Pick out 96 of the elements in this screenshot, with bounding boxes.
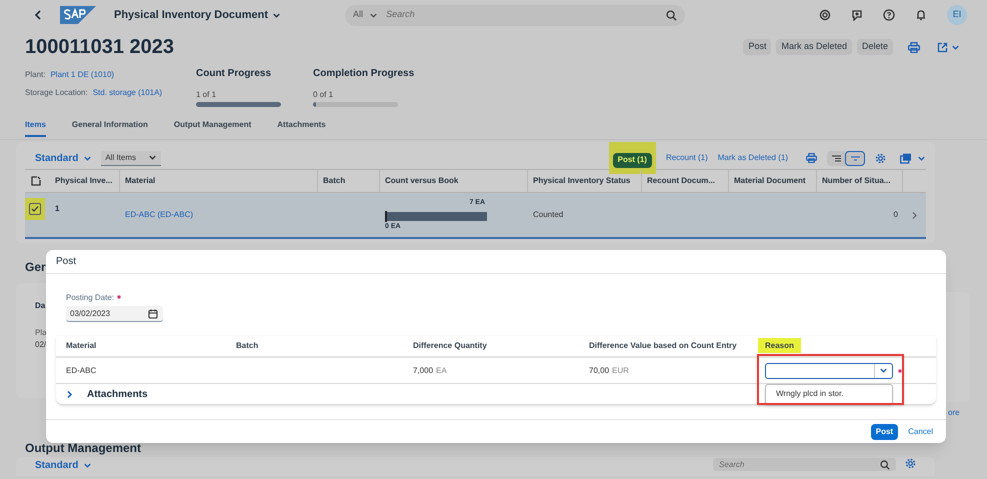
column-header[interactable]: Material	[125, 175, 156, 187]
column-header[interactable]: Recount Docum...	[647, 175, 716, 187]
help-icon[interactable]	[883, 9, 895, 21]
table-cell: 1	[55, 204, 60, 213]
column-header: Reason	[758, 338, 801, 353]
toolbar-action-button[interactable]: Post (1)	[612, 152, 652, 168]
field-label: Plant:	[25, 69, 46, 81]
caret-icon	[83, 461, 92, 470]
search-icon[interactable]	[880, 460, 890, 470]
app-title-menu[interactable]: Physical Inventory Document	[114, 6, 282, 24]
share-menu-button[interactable]	[937, 42, 960, 52]
dialog-title: Post	[56, 255, 76, 269]
table-cell: Counted	[533, 210, 564, 219]
filter-select[interactable]: All Items	[101, 150, 162, 166]
column-header: Difference Value based on Count Entry	[589, 341, 737, 350]
table-cell: 0	[894, 209, 898, 221]
date-field[interactable]: 03/02/2023	[66, 306, 163, 322]
caret-icon	[83, 154, 92, 162]
caret-icon	[951, 42, 960, 52]
export-menu-button[interactable]	[900, 152, 926, 164]
variant-select[interactable]: Standard	[35, 150, 92, 166]
user-avatar[interactable]: EI	[947, 5, 967, 25]
tab[interactable]: General Information	[72, 119, 148, 137]
row-checkbox[interactable]	[29, 203, 41, 215]
section-label: Da	[35, 300, 46, 312]
column-header[interactable]: Batch	[323, 175, 346, 187]
search-icon[interactable]	[666, 10, 678, 20]
caret-icon	[148, 153, 158, 162]
check-icon	[31, 205, 39, 213]
chat-icon[interactable]	[851, 9, 863, 21]
toolbar-action-button[interactable]: Mark as Deleted (1)	[718, 152, 788, 164]
tab[interactable]: Items	[25, 119, 46, 137]
column-header[interactable]: Count versus Book	[385, 175, 458, 187]
more-link[interactable]: ore	[948, 407, 960, 419]
column-header: Material	[66, 341, 96, 350]
print-icon[interactable]	[908, 42, 920, 52]
select-all-icon[interactable]	[31, 176, 41, 186]
attachments-expander[interactable]: Attachments	[56, 384, 148, 404]
unit-text: EUR	[612, 364, 629, 376]
export-icon	[900, 152, 912, 164]
header-action-button[interactable]: Mark as Deleted	[776, 39, 852, 55]
progress-title: Count Progress	[196, 67, 272, 81]
reason-combo-box[interactable]	[765, 362, 893, 378]
tab[interactable]: Attachments	[277, 119, 326, 137]
logo-icon[interactable]	[60, 6, 96, 24]
settings-icon[interactable]	[875, 152, 886, 164]
ring-icon[interactable]	[819, 9, 831, 21]
variant-select[interactable]: Standard	[35, 458, 92, 473]
print-icon[interactable]	[806, 153, 817, 163]
field-label: Pla	[35, 327, 46, 339]
field-link[interactable]: Plant 1 DE (1010)	[50, 69, 114, 81]
table-cell: ED-ABC	[66, 366, 96, 374]
column-header[interactable]: Physical Inve...	[55, 175, 112, 187]
material-link[interactable]: ED-ABC (ED-ABC)	[125, 210, 194, 219]
section-heading: Output Management	[25, 441, 141, 455]
caret-icon	[917, 154, 926, 162]
dialog-button[interactable]: Cancel	[908, 426, 933, 438]
back-icon[interactable]	[34, 10, 42, 20]
progress-reading: 0 of 1	[313, 89, 334, 101]
search-field[interactable]: All Search	[345, 4, 686, 26]
notification-icon[interactable]	[915, 9, 927, 21]
lines-icon	[832, 154, 840, 162]
search-field[interactable]: Search	[713, 458, 896, 471]
calendar-icon[interactable]	[148, 309, 158, 319]
column-header[interactable]: Physical Inventory Status	[533, 175, 630, 187]
progress-reading: 1 of 1	[196, 89, 218, 101]
dropdown-option[interactable]: Wrngly plcd in stor.	[766, 384, 892, 404]
lines-icon	[850, 156, 860, 160]
column-header: Batch	[236, 341, 258, 350]
section-heading: Ger	[25, 259, 47, 276]
scope-select[interactable]: All	[353, 8, 378, 22]
column-header: Difference Quantity	[413, 341, 487, 350]
share-icon	[937, 42, 948, 52]
caret-icon	[879, 366, 888, 375]
field-link[interactable]: Std. storage (101A)	[92, 87, 162, 99]
column-header[interactable]: Material Document	[734, 175, 806, 187]
table-cell: 7,000	[413, 364, 434, 376]
table-cell: 70,00	[589, 364, 610, 376]
field-label: Posting Date:	[66, 292, 114, 304]
page-title: 100011031 2023	[25, 37, 174, 57]
unit-text: EA	[436, 364, 447, 376]
row-chevron-icon[interactable]	[912, 212, 916, 218]
collapse-toggle-button[interactable]	[845, 150, 865, 166]
caret-icon	[369, 10, 378, 20]
caret-icon	[272, 10, 282, 20]
column-header[interactable]: Number of Situa...	[822, 175, 890, 187]
chevron-icon	[66, 390, 73, 398]
header-action-button[interactable]: Post	[743, 39, 772, 55]
progress-title: Completion Progress	[313, 67, 416, 81]
dialog-button[interactable]: Post	[870, 424, 898, 440]
field-value: 02/	[35, 339, 46, 351]
settings-icon[interactable]	[905, 458, 916, 469]
header-action-button[interactable]: Delete	[856, 39, 893, 55]
field-label: Storage Location:	[25, 87, 88, 99]
tab[interactable]: Output Management	[174, 119, 252, 137]
toolbar-action-button[interactable]: Recount (1)	[666, 152, 708, 164]
